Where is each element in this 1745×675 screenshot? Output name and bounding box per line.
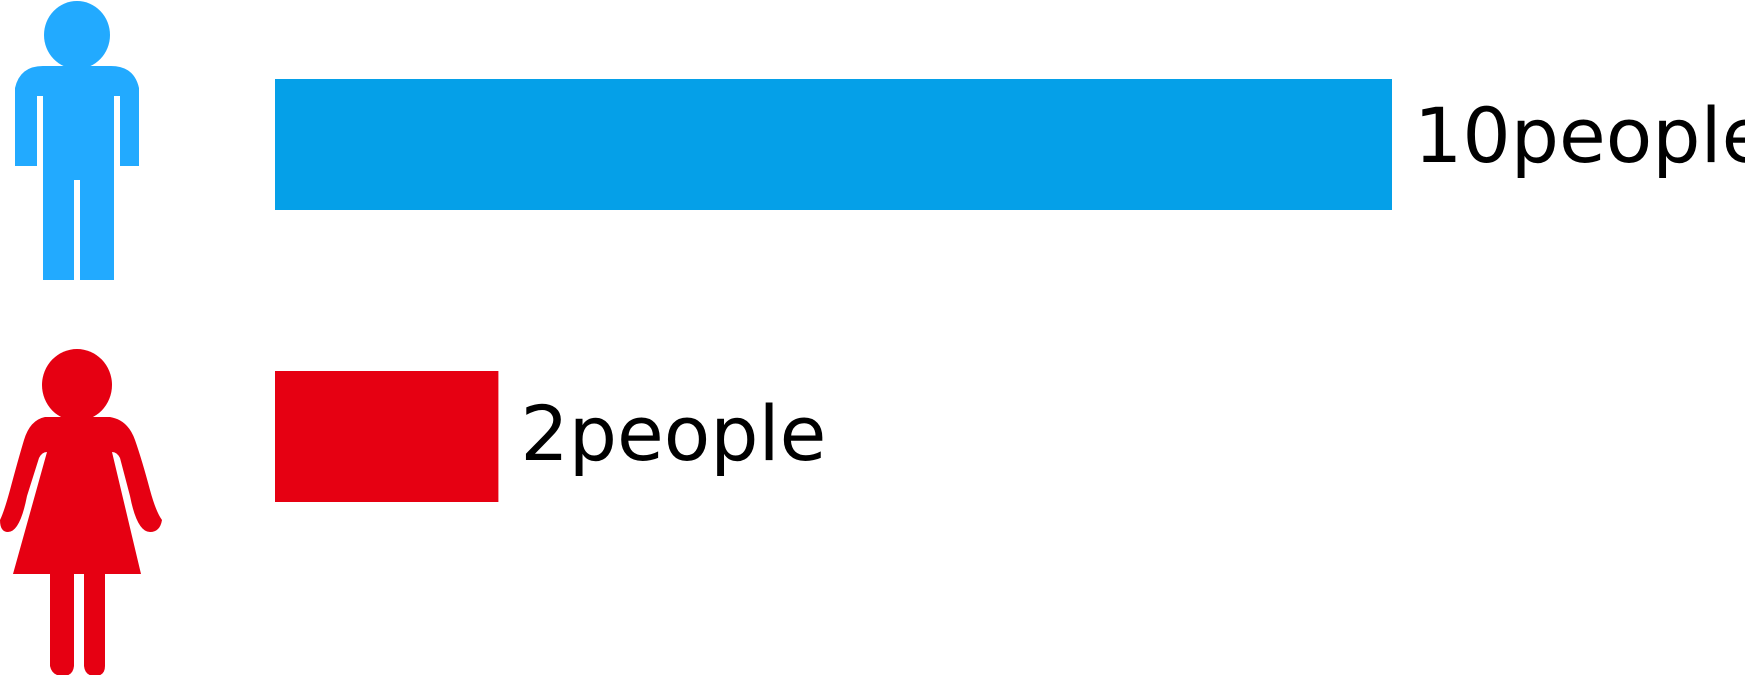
bar-label-male: 10people xyxy=(1414,91,1745,180)
bar-label-female: 2people xyxy=(520,389,826,478)
bar-female xyxy=(275,371,499,502)
female-person-icon xyxy=(0,349,162,675)
male-person-icon xyxy=(15,1,139,280)
bar-male xyxy=(275,79,1392,210)
pictograph-bar-chart: 10people 2people xyxy=(0,1,1745,675)
